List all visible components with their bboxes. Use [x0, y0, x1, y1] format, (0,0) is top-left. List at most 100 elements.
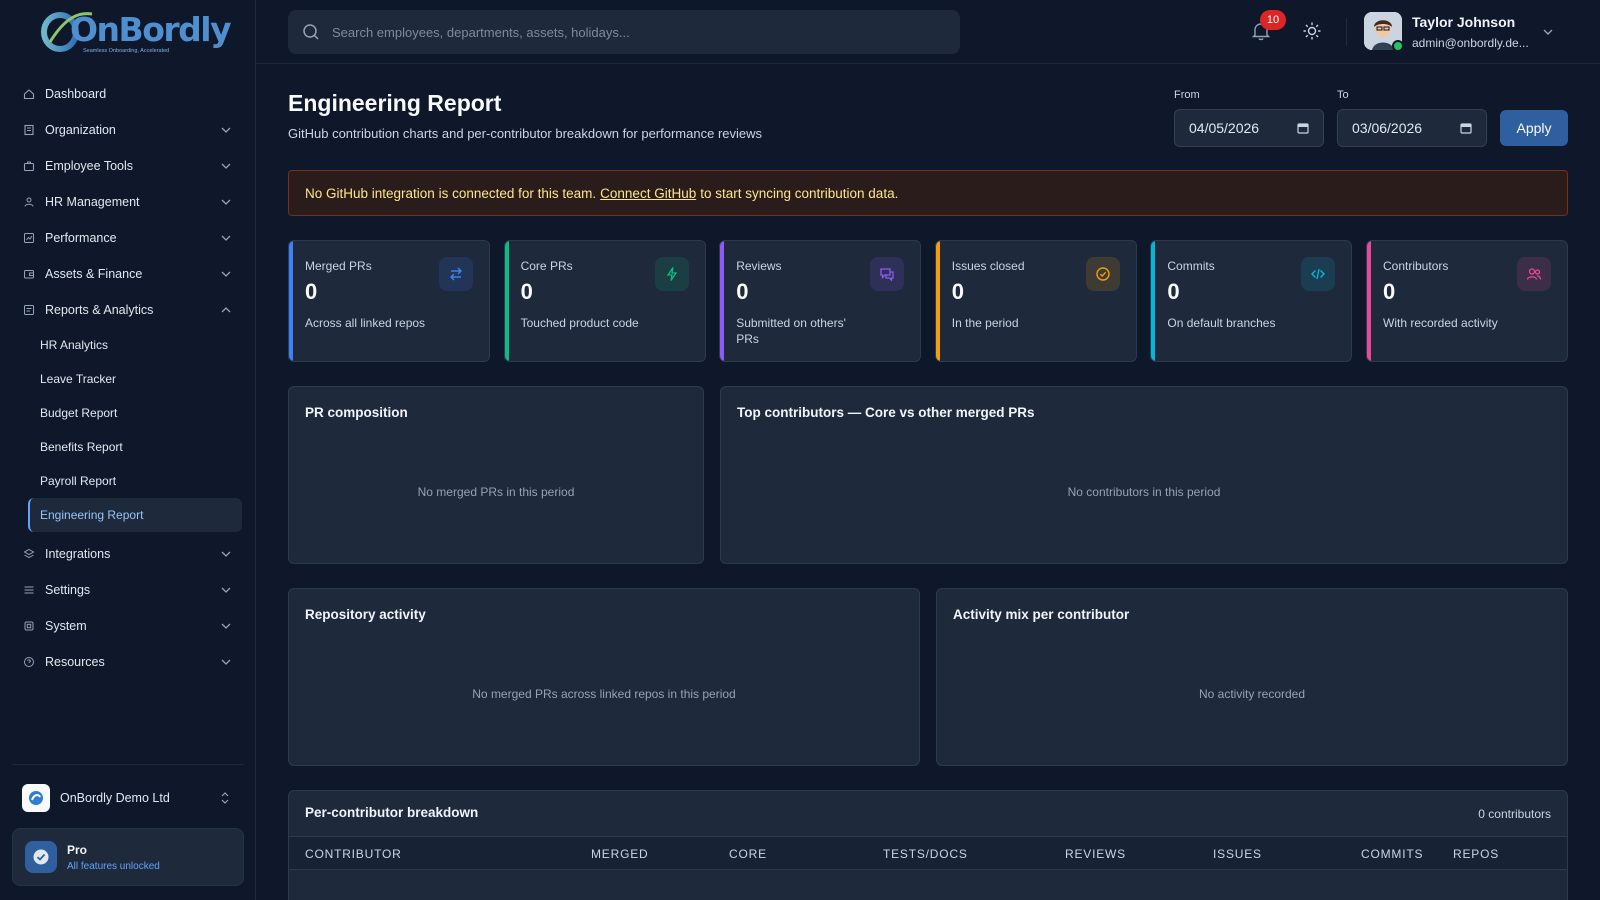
sidebar-item-employee-tools[interactable]: Employee Tools [12, 148, 244, 184]
per-contributor-table: Per-contributor breakdown 0 contributors… [288, 790, 1568, 900]
calendar-icon[interactable] [1460, 122, 1472, 134]
online-status-dot [1392, 40, 1404, 52]
sidebar-item-settings[interactable]: Settings [12, 572, 244, 608]
org-switcher[interactable]: OnBordly Demo Ltd [12, 780, 244, 816]
to-date-input[interactable]: 03/06/2026 [1337, 109, 1487, 147]
stat-value: 0 [305, 279, 318, 304]
sidebar-item-performance[interactable]: Performance [12, 220, 244, 256]
column-header-contributor[interactable]: CONTRIBUTOR [305, 847, 402, 861]
stat-value: 0 [520, 279, 533, 304]
stat-description: With recorded activity [1383, 316, 1498, 330]
sidebar-subitem-label: Engineering Report [40, 508, 144, 522]
column-header-tests-docs[interactable]: TESTS/DOCS [883, 847, 968, 861]
stat-accent-bar [935, 241, 940, 361]
sidebar-divider [12, 764, 244, 765]
stat-label: Contributors [1383, 259, 1449, 273]
chevron-down-icon [221, 659, 231, 665]
notification-count-badge: 10 [1260, 10, 1286, 30]
column-header-core[interactable]: CORE [729, 847, 767, 861]
help-icon [24, 657, 34, 667]
stat-value: 0 [1167, 279, 1180, 304]
stat-description: On default branches [1167, 316, 1276, 330]
stat-description: In the period [951, 316, 1019, 330]
sidebar-subitem-label: Budget Report [40, 406, 118, 420]
chat-bubbles-icon [870, 257, 905, 291]
page-subtitle: GitHub contribution charts and per-contr… [288, 126, 763, 141]
github-alert-banner: No GitHub integration is connected for t… [288, 170, 1568, 216]
from-date-label: From [1174, 89, 1200, 101]
sidebar-subitem-label: Payroll Report [40, 474, 117, 488]
sidebar-item-resources[interactable]: Resources [12, 644, 244, 680]
logo-text: OnBordly [70, 10, 232, 49]
panel-title: PR composition [305, 405, 408, 420]
sidebar-item-label: Resources [45, 655, 105, 669]
stat-card-core-prs: Core PRs 0 Touched product code [503, 240, 706, 362]
stat-label: Reviews [736, 259, 782, 273]
chevron-down-icon [221, 235, 231, 241]
sidebar-item-integrations[interactable]: Integrations [12, 536, 244, 572]
stat-accent-bar [289, 241, 293, 361]
stat-value: 0 [951, 279, 965, 304]
sidebar-subitem-engineering-report[interactable]: Engineering Report [28, 498, 242, 532]
table-header: CONTRIBUTOR MERGED CORE TESTS/DOCS REVIEWS IS… [289, 836, 1567, 870]
sidebar-subitem-payroll-report[interactable]: Payroll Report [12, 464, 244, 498]
panel-title: Activity mix per contributor [953, 607, 1130, 622]
search-bar[interactable] [288, 10, 960, 54]
chevron-down-icon [221, 127, 231, 133]
empty-state-text: No merged PRs across linked repos in thi… [472, 687, 736, 701]
stat-description: Touched product code [520, 316, 639, 330]
stat-value: 0 [1383, 279, 1396, 304]
plan-card[interactable]: Pro All features unlocked [12, 828, 244, 886]
column-header-merged[interactable]: MERGED [591, 847, 648, 861]
sidebar-item-hr-management[interactable]: HR Management [12, 184, 244, 220]
cpu-icon [24, 621, 34, 631]
to-date-label: To [1337, 89, 1349, 101]
column-header-repos[interactable]: REPOS [1453, 847, 1499, 861]
connect-github-link[interactable]: Connect GitHub [600, 186, 696, 201]
column-header-reviews[interactable]: REVIEWS [1065, 847, 1126, 861]
user-menu[interactable]: Taylor Johnson admin@onbordly.de... [1364, 10, 1564, 54]
stat-card-merged-prs: Merged PRs 0 Across all linked repos [288, 240, 490, 362]
people-gear-icon [24, 197, 34, 207]
home-icon [23, 89, 35, 100]
sidebar-subitem-hr-analytics[interactable]: HR Analytics [12, 328, 244, 362]
lightning-icon [654, 257, 689, 291]
sidebar-subitem-benefits-report[interactable]: Benefits Report [12, 430, 244, 464]
users-icon [1517, 257, 1551, 291]
brand-logo[interactable]: OnBordly Seamless Onboarding, Accelerate… [40, 6, 232, 56]
sidebar-item-label: Integrations [45, 547, 111, 561]
sidebar-item-label: Settings [45, 583, 91, 597]
calendar-icon[interactable] [1297, 122, 1309, 134]
sliders-icon [24, 586, 34, 594]
sidebar-item-reports-analytics[interactable]: Reports & Analytics [12, 292, 244, 328]
sidebar-item-dashboard[interactable]: Dashboard [12, 76, 244, 112]
to-date-value: 03/06/2026 [1352, 120, 1423, 136]
search-input[interactable] [332, 24, 932, 40]
sidebar-subitem-leave-tracker[interactable]: Leave Tracker [12, 362, 244, 396]
sidebar-item-label: System [45, 619, 87, 633]
report-icon [24, 305, 34, 315]
apply-button[interactable]: Apply [1500, 110, 1568, 146]
pr-composition-panel: PR composition No merged PRs in this per… [288, 386, 704, 564]
briefcase-icon [23, 161, 35, 172]
sidebar-item-assets-finance[interactable]: Assets & Finance [12, 256, 244, 292]
sidebar-subitem-label: Leave Tracker [40, 372, 117, 386]
stat-description: Across all linked repos [305, 316, 426, 330]
panel-title: Repository activity [305, 607, 426, 622]
sidebar-item-organization[interactable]: Organization [12, 112, 244, 148]
sun-icon[interactable] [1302, 21, 1322, 41]
sidebar-subitem-budget-report[interactable]: Budget Report [12, 396, 244, 430]
sidebar-nav: Dashboard Organization Employee Tools HR… [12, 76, 244, 680]
sidebar-item-system[interactable]: System [12, 608, 244, 644]
sidebar-item-label: Organization [45, 123, 116, 137]
column-header-commits[interactable]: COMMITS [1361, 847, 1423, 861]
column-header-issues[interactable]: ISSUES [1213, 847, 1262, 861]
search-icon [303, 24, 319, 40]
chevron-updown-icon [221, 792, 229, 804]
code-icon [1301, 257, 1336, 291]
user-name: Taylor Johnson [1412, 14, 1516, 30]
check-badge-icon [25, 841, 57, 873]
chevron-down-icon [221, 587, 231, 593]
org-name: OnBordly Demo Ltd [60, 791, 170, 805]
from-date-input[interactable]: 04/05/2026 [1174, 109, 1324, 147]
